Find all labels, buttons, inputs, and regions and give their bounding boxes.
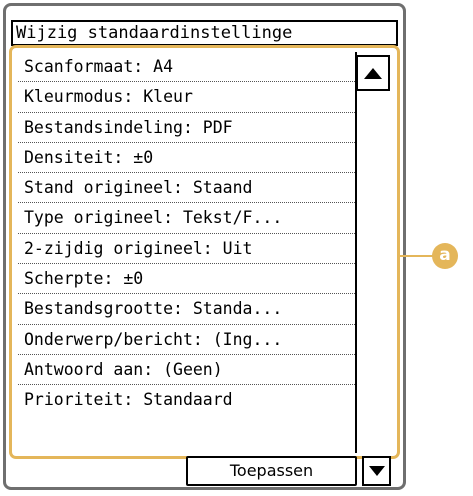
list-item-bestandsgrootte[interactable]: Bestandsgrootte: Standa...: [18, 294, 355, 325]
screen-title: Wijzig standaardinstellinge: [11, 20, 398, 46]
list-item-bestandsindeling[interactable]: Bestandsindeling: PDF: [18, 113, 355, 143]
apply-button[interactable]: Toepassen: [186, 456, 357, 486]
callout-badge: a: [432, 243, 458, 269]
scroll-up-button[interactable]: [356, 55, 390, 91]
list-item-kleurmodus[interactable]: Kleurmodus: Kleur: [18, 82, 355, 113]
triangle-up-icon: [364, 67, 382, 79]
list-item-antwoord-aan[interactable]: Antwoord aan: (Geen): [18, 355, 355, 386]
callout-leader-line: [400, 255, 434, 257]
list-item-type-origineel[interactable]: Type origineel: Tekst/F...: [18, 203, 355, 234]
list-item-2-zijdig-origineel[interactable]: 2-zijdig origineel: Uit: [18, 234, 355, 265]
scrollbar-track[interactable]: [355, 52, 393, 453]
list-item-scanformaat[interactable]: Scanformaat: A4: [18, 52, 355, 83]
list-item-onderwerp-bericht[interactable]: Onderwerp/bericht: (Ing...: [18, 325, 355, 355]
triangle-down-icon: [368, 466, 385, 476]
list-item-scherpte[interactable]: Scherpte: ±0: [18, 264, 355, 295]
list-item-prioriteit[interactable]: Prioriteit: Standaard: [18, 385, 355, 415]
list-item-stand-origineel[interactable]: Stand origineel: Staand: [18, 173, 355, 204]
settings-list: Scanformaat: A4 Kleurmodus: Kleur Bestan…: [18, 52, 355, 416]
list-item-densiteit[interactable]: Densiteit: ±0: [18, 143, 355, 174]
scroll-down-button[interactable]: [362, 456, 391, 486]
